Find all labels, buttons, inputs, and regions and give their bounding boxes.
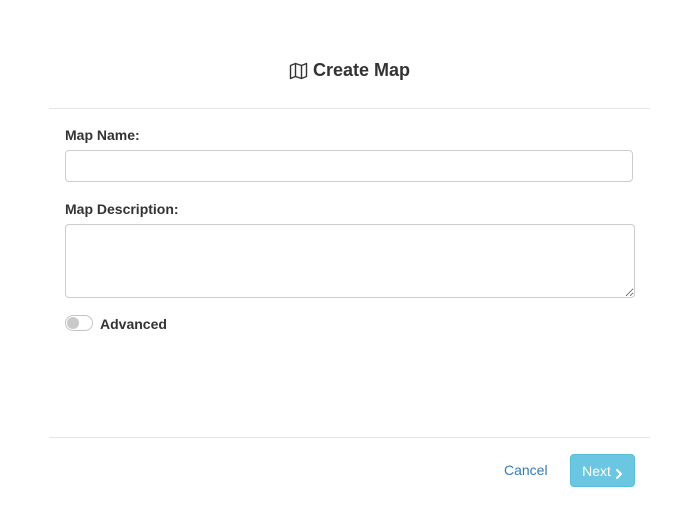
create-map-dialog: Create Map Map Name: Map Description: Ad… (0, 0, 700, 526)
map-icon (289, 62, 308, 80)
map-name-label: Map Name: (65, 127, 140, 143)
advanced-toggle-label[interactable]: Advanced (100, 316, 167, 332)
next-button[interactable]: Next (570, 454, 635, 487)
chevron-right-icon (615, 466, 623, 479)
cancel-button[interactable]: Cancel (498, 462, 554, 478)
dialog-title: Create Map (312, 60, 411, 80)
footer-divider (49, 437, 650, 438)
advanced-toggle[interactable] (65, 315, 93, 331)
dialog-title-group: Create Map (289, 60, 410, 81)
next-button-label: Next (582, 462, 611, 479)
map-description-textarea[interactable] (65, 224, 635, 298)
header-divider (49, 108, 650, 109)
map-name-input[interactable] (65, 150, 633, 182)
map-description-label: Map Description: (65, 201, 179, 217)
toggle-knob (67, 317, 79, 329)
dialog-header: Create Map (49, 52, 650, 108)
